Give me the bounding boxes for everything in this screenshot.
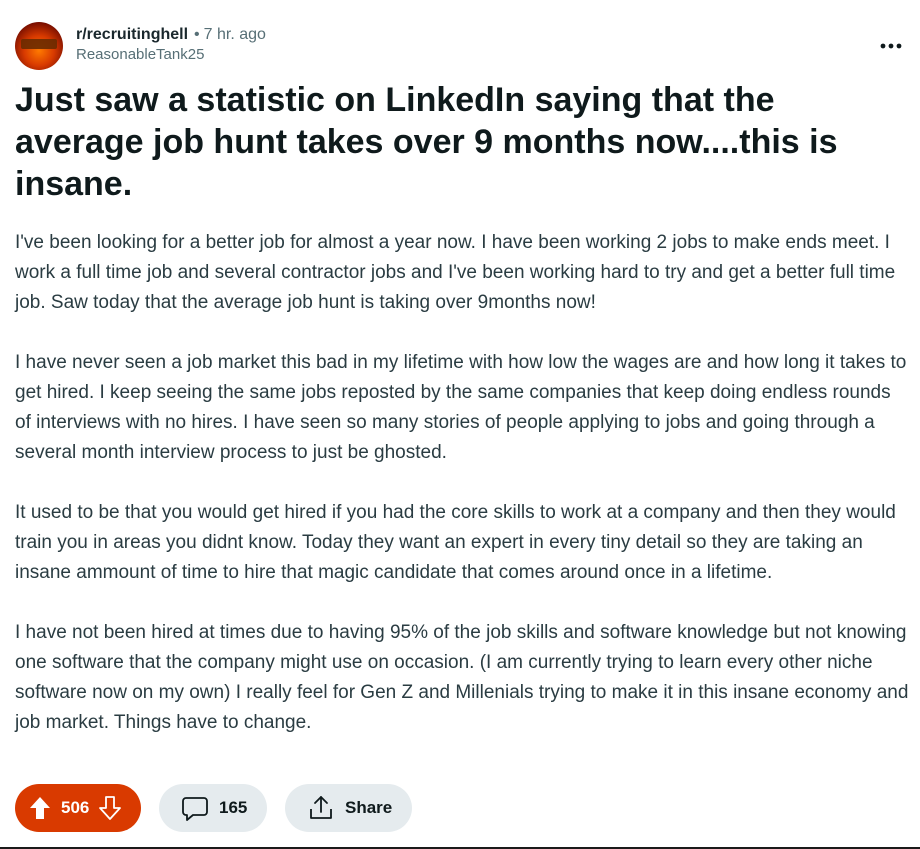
body-paragraph: I have never seen a job market this bad … <box>15 352 907 463</box>
author-link[interactable]: ReasonableTank25 <box>76 45 266 65</box>
post-body: I've been looking for a better job for a… <box>15 228 910 768</box>
vote-control: 506 <box>15 784 141 832</box>
share-label: Share <box>345 798 393 817</box>
share-icon <box>307 793 335 823</box>
meta-separator: • <box>194 26 200 43</box>
comment-bubble-icon <box>181 793 209 823</box>
more-options-button[interactable] <box>877 34 905 58</box>
vote-count: 506 <box>61 798 90 817</box>
subreddit-avatar[interactable] <box>15 22 63 70</box>
more-options-icon <box>880 43 902 49</box>
body-paragraph: I've been looking for a better job for a… <box>15 232 896 313</box>
body-paragraph: I have not been hired at times due to ha… <box>15 622 909 733</box>
post-title[interactable]: Just saw a statistic on LinkedIn saying … <box>15 79 895 205</box>
comment-count: 165 <box>219 798 248 817</box>
post-timestamp: 7 hr. ago <box>203 26 266 43</box>
downvote-arrow-icon <box>99 796 122 820</box>
action-bar: 506 165 Share <box>15 784 412 832</box>
post-header: r/recruitinghell • 7 hr. ago ReasonableTan… <box>15 22 905 70</box>
post-meta: r/recruitinghell • 7 hr. ago ReasonableTan… <box>76 25 266 65</box>
downvote-button[interactable] <box>97 795 123 821</box>
avatar-banner <box>21 39 57 49</box>
comments-button[interactable]: 165 <box>159 784 267 832</box>
reddit-post: r/recruitinghell • 7 hr. ago ReasonableTan… <box>0 0 920 849</box>
body-paragraph: It used to be that you would get hired i… <box>15 502 896 583</box>
meta-line: r/recruitinghell • 7 hr. ago <box>76 25 266 45</box>
share-button[interactable]: Share <box>285 784 412 832</box>
subreddit-link[interactable]: r/recruitinghell <box>76 26 188 43</box>
upvote-button[interactable] <box>27 795 53 821</box>
upvote-arrow-icon <box>30 797 50 819</box>
